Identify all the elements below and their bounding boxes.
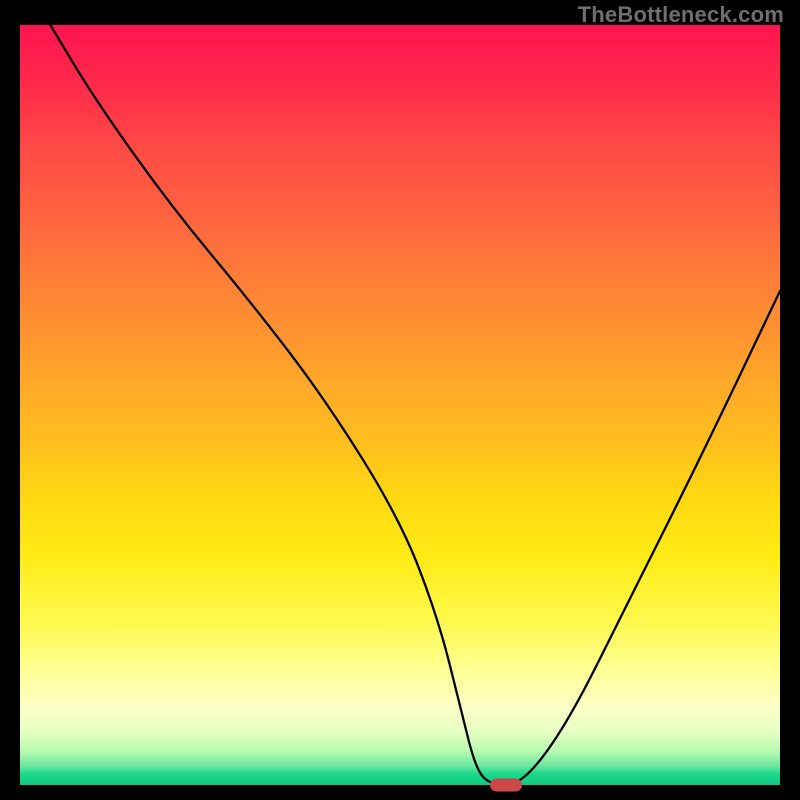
plot-area bbox=[20, 25, 780, 785]
optimal-marker bbox=[490, 779, 522, 792]
bottleneck-curve bbox=[20, 25, 780, 785]
chart-frame: TheBottleneck.com bbox=[0, 0, 800, 800]
